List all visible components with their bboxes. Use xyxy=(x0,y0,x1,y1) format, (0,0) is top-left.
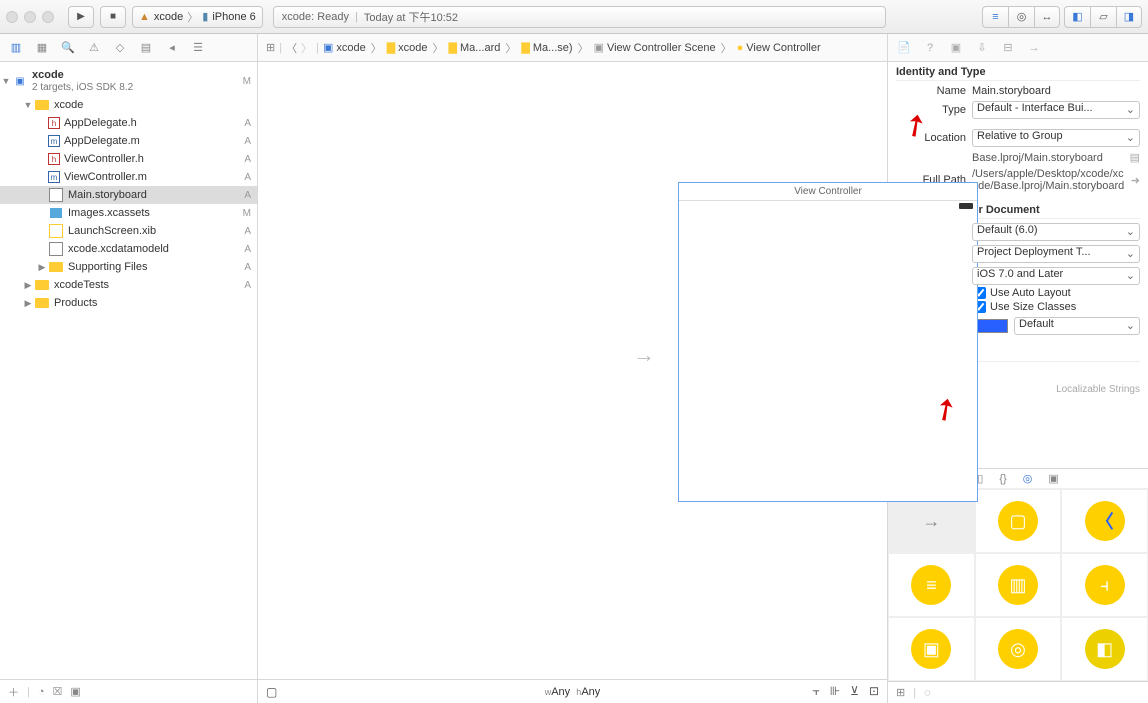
lib-object-icon[interactable]: ◎ xyxy=(1023,472,1033,485)
related-items-icon[interactable]: ⊞ xyxy=(266,41,275,54)
size-class-control[interactable]: wAny hAny xyxy=(545,686,601,698)
scheme-device: iPhone 6 xyxy=(212,11,255,23)
report-nav-icon[interactable]: ☰ xyxy=(190,40,206,56)
tree-row[interactable]: ▶ Products xyxy=(0,294,257,312)
view-as-select[interactable]: iOS 7.0 and Later xyxy=(972,267,1140,285)
filter-scm-icon[interactable]: ☒ xyxy=(53,685,63,698)
lib-item-navvc[interactable]: ▢ xyxy=(975,489,1062,553)
lib-item-back[interactable]: 〈 xyxy=(1061,489,1148,553)
lib-item-splitvc[interactable]: ⫞ xyxy=(1061,553,1148,617)
symbol-nav-icon[interactable]: ▦ xyxy=(34,40,50,56)
left-panel-icon[interactable]: ◧ xyxy=(1064,6,1090,28)
tree-row[interactable]: m AppDelegate.m A xyxy=(0,132,257,150)
editor-canvas: → View Controller ▢ wAny hAny ⫟ ⊪ ⊻ ⊡ xyxy=(258,62,888,703)
project-navigator: ▼▣ xcode2 targets, iOS SDK 8.2 M▼ xcode … xyxy=(0,62,258,703)
panels-segment[interactable]: ◧ ▱ ◨ xyxy=(1064,6,1142,28)
tree-row[interactable]: m ViewController.m A xyxy=(0,168,257,186)
breakpoint-nav-icon[interactable]: ◂ xyxy=(164,40,180,56)
main-toolbar: ▲ xcode 〉 ▮ iPhone 6 xcode: Ready | Toda… xyxy=(0,0,1148,34)
tree-row[interactable]: xcode.xcdatamodeld A xyxy=(0,240,257,258)
filter-icon[interactable]: ▣ xyxy=(70,685,80,698)
identity-inspector-icon[interactable]: ▣ xyxy=(948,40,964,56)
zoom-out-icon[interactable]: ▢ xyxy=(266,685,277,699)
tree-row[interactable]: h ViewController.h A xyxy=(0,150,257,168)
full-path: /Users/apple/Desktop/xcode/xcode/Base.lp… xyxy=(972,168,1125,192)
type-select[interactable]: Default - Interface Bui... xyxy=(972,101,1140,119)
file-inspector-icon[interactable]: 📄 xyxy=(896,40,912,56)
test-nav-icon[interactable]: ◇ xyxy=(112,40,128,56)
tint-select[interactable]: Default xyxy=(1014,317,1140,335)
project-nav-icon[interactable]: ▥ xyxy=(8,40,24,56)
lib-filter-icon[interactable]: ◌ xyxy=(924,687,931,699)
app-icon: ▲ xyxy=(139,11,150,23)
tree-row[interactable]: ▶ xcodeTests A xyxy=(0,276,257,294)
status-text: xcode: Ready xyxy=(282,11,349,23)
status-time: Today at 下午10:52 xyxy=(364,9,458,25)
connections-inspector-icon[interactable]: → xyxy=(1026,40,1042,56)
debug-nav-icon[interactable]: ▤ xyxy=(138,40,154,56)
scheme-target: xcode xyxy=(154,11,183,23)
pin-icon[interactable]: ⊪ xyxy=(830,684,840,699)
assistant-editor-icon[interactable]: ◎ xyxy=(1008,6,1034,28)
run-button[interactable] xyxy=(68,6,94,28)
resizing-icon[interactable]: ⊡ xyxy=(869,684,879,699)
lib-media-icon[interactable]: ▣ xyxy=(1048,472,1058,485)
tree-project-root[interactable]: ▼▣ xcode2 targets, iOS SDK 8.2 M xyxy=(0,66,257,96)
add-icon[interactable]: ＋ xyxy=(8,684,19,700)
breadcrumb[interactable]: ▣xcode〉 ▇xcode〉 ▇Ma...ard〉 ▇Ma...se)〉 ▣V… xyxy=(323,40,821,56)
bottom-panel-icon[interactable]: ▱ xyxy=(1090,6,1116,28)
lib-grid-icon[interactable]: ⊞ xyxy=(896,686,905,699)
inspector-tabs: 📄 ? ▣ ⇩ ⊟ → xyxy=(888,34,1148,61)
view-controller-frame[interactable]: View Controller xyxy=(678,182,978,502)
opens-in-select[interactable]: Default (6.0) xyxy=(972,223,1140,241)
activity-status: xcode: Ready | Today at 下午10:52 xyxy=(273,6,886,28)
lib-code-icon[interactable]: {} xyxy=(999,473,1006,485)
stop-button[interactable] xyxy=(100,6,126,28)
lib-item-tablevc[interactable]: ≡ xyxy=(888,553,975,617)
back-icon[interactable]: 〈 xyxy=(286,40,297,56)
tree-row[interactable]: Images.xcassets M xyxy=(0,204,257,222)
folder-icon[interactable]: ▤ xyxy=(1130,151,1140,164)
lib-item-glvc[interactable]: ◧ xyxy=(1061,617,1148,681)
size-inspector-icon[interactable]: ⊟ xyxy=(1000,40,1016,56)
scheme-selector[interactable]: ▲ xcode 〉 ▮ iPhone 6 xyxy=(132,6,263,28)
quick-help-icon[interactable]: ? xyxy=(922,40,938,56)
lib-file-icon[interactable]: ▯ xyxy=(977,472,983,485)
lib-item-tabvc[interactable]: ▥ xyxy=(975,553,1062,617)
identity-heading: Identity and Type xyxy=(896,66,1140,81)
find-nav-icon[interactable]: 🔍 xyxy=(60,40,76,56)
phone-icon: ▮ xyxy=(202,10,208,23)
file-name: Main.storyboard xyxy=(972,85,1140,97)
issue-nav-icon[interactable]: ⚠ xyxy=(86,40,102,56)
battery-icon xyxy=(959,203,973,209)
filter-recent-icon[interactable]: ◔ xyxy=(38,686,45,698)
navigator-footer[interactable]: ＋ | ◔ ☒ ▣ xyxy=(0,679,257,703)
attributes-inspector-icon[interactable]: ⇩ xyxy=(974,40,990,56)
tree-row[interactable]: ▼ xcode xyxy=(0,96,257,114)
editor-mode-segment[interactable]: ≡ ◎ ↔ xyxy=(982,6,1060,28)
version-editor-icon[interactable]: ↔ xyxy=(1034,6,1060,28)
standard-editor-icon[interactable]: ≡ xyxy=(982,6,1008,28)
vc-title: View Controller xyxy=(679,183,977,201)
location-path: Base.lproj/Main.storyboard xyxy=(972,152,1124,164)
builds-for-select[interactable]: Project Deployment T... xyxy=(972,245,1140,263)
tree-row[interactable]: LaunchScreen.xib A xyxy=(0,222,257,240)
lib-item-collvc[interactable]: ▣ xyxy=(888,617,975,681)
right-panel-icon[interactable]: ◨ xyxy=(1116,6,1142,28)
align-icon[interactable]: ⫟ xyxy=(812,684,819,699)
window-controls[interactable] xyxy=(6,11,54,23)
entry-arrow-icon: → xyxy=(633,342,655,368)
lib-item-pagevc[interactable]: ◎ xyxy=(975,617,1062,681)
tree-row[interactable]: Main.storyboard A xyxy=(0,186,257,204)
resolve-icon[interactable]: ⊻ xyxy=(850,684,859,699)
tree-row[interactable]: ▶ Supporting Files A xyxy=(0,258,257,276)
forward-icon[interactable]: 〉 xyxy=(301,40,312,56)
tree-row[interactable]: h AppDelegate.h A xyxy=(0,114,257,132)
object-library: ▯ {} ◎ ▣ → ▢ 〈 ≡ ▥ ⫞ ▣ ◎ ◧ ⊞ | ◌ xyxy=(888,468,1148,703)
jump-bar[interactable]: ⊞ | 〈 〉 | ▣xcode〉 ▇xcode〉 ▇Ma...ard〉 ▇Ma… xyxy=(258,34,888,61)
editor-footer: ▢ wAny hAny ⫟ ⊪ ⊻ ⊡ xyxy=(258,679,887,703)
location-select[interactable]: Relative to Group xyxy=(972,129,1140,147)
reveal-icon[interactable]: ➜ xyxy=(1131,174,1140,187)
navigator-tabs: ▥ ▦ 🔍 ⚠ ◇ ▤ ◂ ☰ xyxy=(0,34,258,61)
